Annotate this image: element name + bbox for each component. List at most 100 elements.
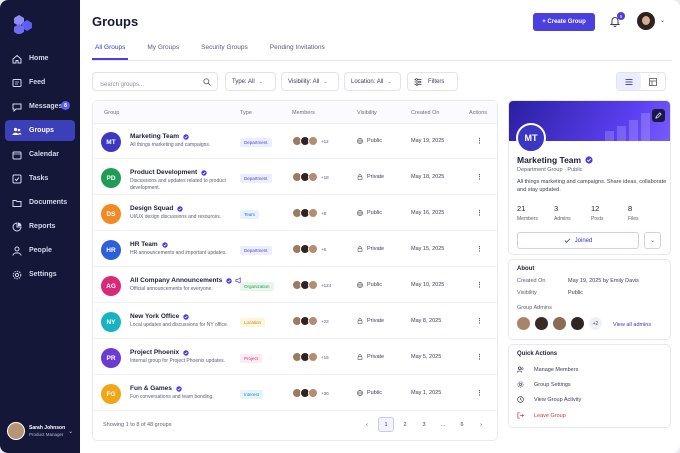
sidebar-item-tasks[interactable]: Tasks [5, 168, 75, 189]
table-row[interactable]: PD Product Development Discussions and upd… [93, 160, 497, 195]
stat-value: 12 [591, 204, 600, 213]
app-logo[interactable] [13, 14, 33, 34]
sidebar-item-documents[interactable]: Documents [5, 192, 75, 213]
row-actions-button[interactable]: ⋮ [476, 353, 483, 361]
avatar[interactable] [571, 317, 584, 330]
group-name[interactable]: Fun & Games [130, 385, 182, 392]
stat-label: Members [517, 216, 538, 222]
tab-all-groups[interactable]: All Groups [92, 40, 129, 60]
table-row[interactable]: MT Marketing Team All things marketing and… [93, 124, 497, 159]
page-2-button[interactable]: 2 [397, 417, 413, 432]
list-view-button[interactable] [617, 73, 641, 90]
row-actions-button[interactable]: ⋮ [476, 281, 483, 289]
member-avatars[interactable]: +6 [292, 244, 326, 254]
group-settings-action[interactable]: Group Settings [517, 381, 571, 388]
column-header[interactable]: Members [292, 110, 315, 116]
avatar[interactable] [637, 12, 655, 30]
row-actions-button[interactable]: ⋮ [476, 245, 483, 253]
group-name[interactable]: New York Office [130, 313, 189, 320]
page-3-button[interactable]: 3 [416, 417, 432, 432]
location-filter[interactable]: Location: All ⌄ [344, 72, 401, 91]
group-description: HR announcements and important updates. [130, 250, 227, 256]
member-avatars[interactable]: +23 [292, 316, 329, 326]
table-row[interactable]: PR Project Phoenix Internal group for Proj… [93, 340, 497, 375]
group-name-text: Design Squad [130, 205, 174, 212]
page-title: Groups [92, 14, 139, 29]
search-icon[interactable] [203, 78, 211, 86]
page-6-button[interactable]: 6 [454, 417, 470, 432]
sidebar-item-messages[interactable]: Messages 8 [5, 96, 75, 117]
sidebar-item-settings[interactable]: Settings [5, 264, 75, 285]
tab-my-groups[interactable]: My Groups [144, 40, 182, 60]
view-activity-action[interactable]: View Group Activity [517, 396, 581, 403]
search-input[interactable] [100, 82, 200, 88]
group-name[interactable]: Product Development [130, 169, 207, 176]
user-profile[interactable]: Sarah Johnson Product Manager ⌄ [5, 417, 75, 445]
column-header[interactable]: Type [240, 110, 252, 116]
edit-button[interactable] [652, 109, 665, 122]
manage-members-action[interactable]: Manage Members [517, 366, 578, 373]
group-name[interactable]: Marketing Team [130, 133, 189, 140]
groups-table: Group Type Members Visibility Created On… [92, 100, 498, 441]
avatar[interactable] [553, 317, 566, 330]
sidebar-item-feed[interactable]: Feed [5, 72, 75, 93]
member-avatars[interactable]: +30 [292, 388, 329, 398]
group-name[interactable]: Design Squad [130, 205, 184, 212]
page-1-button[interactable]: 1 [378, 417, 394, 432]
chevron-down-icon[interactable]: ⌄ [660, 17, 665, 24]
view-all-admins-link[interactable]: View all admins [613, 322, 651, 328]
sidebar-item-groups[interactable]: Groups [5, 120, 75, 141]
card-view-button[interactable] [641, 73, 665, 90]
verified-icon [162, 241, 168, 248]
group-name[interactable]: HR Team [130, 241, 168, 248]
row-actions-button[interactable]: ⋮ [476, 209, 483, 217]
create-group-button[interactable]: + Create Group [533, 13, 595, 31]
sidebar-item-people[interactable]: People [5, 240, 75, 261]
column-header[interactable]: Visibility [357, 110, 377, 116]
row-actions-button[interactable]: ⋮ [476, 137, 483, 145]
visibility-value: Public [357, 210, 382, 216]
column-header[interactable]: Group [104, 110, 119, 116]
visibility-filter[interactable]: Visibility: All ⌄ [281, 72, 339, 91]
table-row[interactable]: AG All Company Announcements Official anno… [93, 268, 497, 303]
type-badge: Department [240, 174, 272, 183]
column-header[interactable]: Created On [411, 110, 439, 116]
prev-page-button[interactable]: ‹ [359, 417, 375, 432]
tab-pending-invitations[interactable]: Pending Invitations [267, 40, 328, 60]
globe-icon [357, 138, 363, 144]
more-options-button[interactable]: ⌄ [644, 232, 661, 249]
group-name[interactable]: Project Phoenix [130, 349, 189, 356]
member-avatars[interactable]: +18 [292, 172, 329, 182]
group-name-text: HR Team [130, 241, 158, 248]
sidebar-item-calendar[interactable]: Calendar [5, 144, 75, 165]
row-actions-button[interactable]: ⋮ [476, 389, 483, 397]
avatar[interactable] [517, 317, 530, 330]
sidebar-item-home[interactable]: Home [5, 48, 75, 69]
filters-button[interactable]: Filters [407, 72, 458, 91]
type-filter[interactable]: Type: All ⌄ [225, 72, 276, 91]
tab-security-groups[interactable]: Security Groups [198, 40, 251, 60]
chevron-down-icon[interactable]: ⌄ [68, 428, 73, 435]
table-row[interactable]: DS Design Squad UI/UX design discussions a… [93, 196, 497, 231]
filters-label: Filters [428, 78, 445, 85]
member-avatars[interactable]: +12 [292, 136, 329, 146]
member-avatars[interactable]: +124 [292, 280, 331, 290]
table-row[interactable]: NY New York Office Local updates and discu… [93, 304, 497, 339]
joined-button[interactable]: Joined [517, 232, 639, 249]
next-page-button[interactable]: › [473, 417, 489, 432]
row-actions-button[interactable]: ⋮ [476, 173, 483, 181]
avatar [7, 422, 25, 440]
member-more-count: +12 [321, 138, 329, 144]
avatar[interactable] [535, 317, 548, 330]
table-row[interactable]: HR HR Team HR announcements and important … [93, 232, 497, 267]
member-avatars[interactable]: +8 [292, 208, 326, 218]
type-badge: Interest [240, 390, 264, 399]
about-title: About [517, 266, 535, 272]
admins-more-count[interactable]: +2 [589, 317, 602, 330]
group-name[interactable]: All Company Announcements [130, 277, 242, 284]
leave-group-action[interactable]: Leave Group [517, 412, 566, 419]
sidebar-item-reports[interactable]: Reports [5, 216, 75, 237]
row-actions-button[interactable]: ⋮ [476, 317, 483, 325]
member-avatars[interactable]: +15 [292, 352, 329, 362]
table-row[interactable]: FG Fun & Games Fun conversations and team … [93, 376, 497, 411]
